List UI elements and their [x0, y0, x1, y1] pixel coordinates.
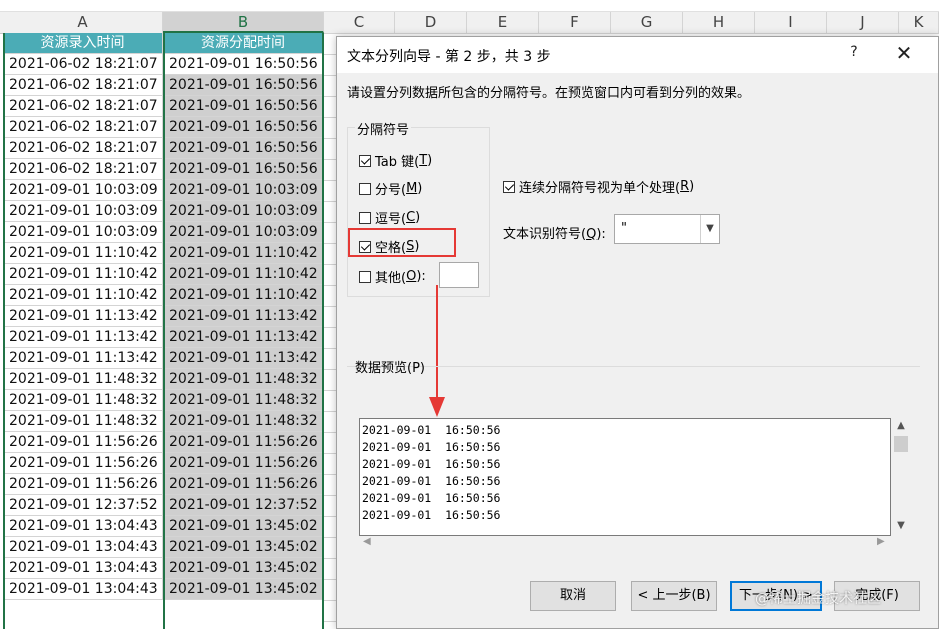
delimiter-comma-checkbox[interactable]: 逗号(C) — [359, 208, 420, 227]
delimiter-key: C — [406, 210, 416, 225]
preview-line: 2021-09-01 16:50:56 — [362, 440, 501, 454]
consecutive-tail: ) — [689, 179, 695, 194]
preview-vertical-scrollbar[interactable]: ▲ ▼ — [892, 418, 910, 536]
delimiter-space-checkbox[interactable]: 空格(S) — [359, 237, 419, 256]
next-button[interactable]: 下一步(N) > — [730, 581, 822, 611]
delimiter-tail: ) — [427, 153, 433, 168]
scroll-up-icon[interactable]: ▲ — [892, 420, 910, 431]
delimiter-tab-checkbox[interactable]: Tab 键(T) — [359, 151, 432, 170]
column-header-k[interactable]: K — [899, 12, 939, 33]
qualifier-key: Q — [586, 227, 597, 242]
instruction-text: 请设置分列数据所包含的分隔符号。在预览窗口内可看到分列的效果。 — [347, 86, 751, 101]
checkbox-box — [359, 182, 371, 195]
dialog-title: 文本分列向导 - 第 2 步，共 3 步 — [347, 49, 551, 65]
cancel-button[interactable]: 取消 — [530, 581, 616, 611]
preview-line: 2021-09-01 16:50:56 — [362, 508, 501, 522]
checkbox-box — [359, 270, 371, 283]
column-b-selection — [163, 33, 324, 629]
preview-line: 2021-09-01 16:50:56 — [362, 491, 501, 505]
scroll-thumb[interactable] — [894, 436, 908, 452]
column-header-row: A B C D E F G H I J K — [0, 11, 939, 34]
checkbox-box — [359, 154, 371, 167]
checkbox-box — [359, 240, 371, 253]
column-a-border — [3, 33, 163, 629]
delimiter-label: 逗号( — [375, 212, 407, 227]
text-qualifier-label: 文本识别符号(Q): — [503, 223, 606, 242]
column-header-d[interactable]: D — [395, 12, 467, 33]
column-header-b[interactable]: B — [163, 12, 324, 33]
chevron-down-icon[interactable]: ▼ — [700, 215, 719, 243]
preview-label: 数据预览(P) — [355, 361, 425, 376]
delimiter-label: Tab 键( — [375, 155, 420, 170]
delimiter-group-label: 分隔符号 — [355, 119, 412, 138]
data-preview-box[interactable]: 2021-09-01 16:50:56 2021-09-01 16:50:56 20… — [359, 418, 891, 536]
qualifier-label-text: 文本识别符号( — [503, 227, 587, 242]
help-button[interactable]: ? — [844, 44, 864, 60]
delimiter-tail: ) — [417, 181, 423, 196]
checkbox-box — [359, 211, 371, 224]
column-header-f[interactable]: F — [539, 12, 611, 33]
text-qualifier-select[interactable]: " ▼ — [614, 214, 720, 244]
delimiter-key: O — [406, 269, 417, 284]
consecutive-label: 连续分隔符号视为单个处理( — [519, 181, 681, 196]
preview-horizontal-scrollbar[interactable]: ◀ ▶ — [359, 536, 891, 552]
delimiter-label: 空格( — [375, 241, 407, 256]
column-header-a[interactable]: A — [3, 12, 163, 33]
checkbox-box — [503, 180, 515, 193]
column-header-c[interactable]: C — [324, 12, 395, 33]
close-icon[interactable]: ✕ — [892, 41, 916, 65]
delimiter-label: 其他( — [375, 271, 407, 286]
delimiter-key: T — [419, 153, 428, 168]
delimiter-tail: ) — [415, 210, 421, 225]
column-header-i[interactable]: I — [755, 12, 827, 33]
delimiter-tail: ) — [414, 239, 420, 254]
preview-line: 2021-09-01 16:50:56 — [362, 457, 501, 471]
preview-line: 2021-09-01 16:50:56 — [362, 423, 501, 437]
delimiter-label: 分号( — [375, 183, 407, 198]
dialog-titlebar: 文本分列向导 - 第 2 步，共 3 步 ? ✕ — [337, 37, 938, 73]
delimiter-key: M — [406, 181, 418, 196]
column-header-e[interactable]: E — [467, 12, 539, 33]
column-header-j[interactable]: J — [827, 12, 899, 33]
scroll-down-icon[interactable]: ▼ — [892, 520, 910, 531]
qualifier-tail: ): — [596, 227, 606, 242]
delimiter-tail: ): — [416, 269, 426, 284]
preview-line: 2021-09-01 16:50:56 — [362, 474, 501, 488]
consecutive-key: R — [680, 179, 690, 194]
scroll-left-icon[interactable]: ◀ — [363, 536, 371, 547]
text-to-columns-dialog: 文本分列向导 - 第 2 步，共 3 步 ? ✕ 请设置分列数据所包含的分隔符号… — [336, 36, 939, 629]
column-header-g[interactable]: G — [611, 12, 683, 33]
qualifier-value: " — [621, 221, 627, 236]
column-header-h[interactable]: H — [683, 12, 755, 33]
consecutive-delimiters-checkbox[interactable]: 连续分隔符号视为单个处理(R) — [503, 177, 694, 196]
delimiter-semicolon-checkbox[interactable]: 分号(M) — [359, 179, 422, 198]
finish-button[interactable]: 完成(F) — [834, 581, 920, 611]
delimiter-other-checkbox[interactable]: 其他(O): — [359, 267, 426, 286]
back-button[interactable]: < 上一步(B) — [631, 581, 717, 611]
scroll-right-icon[interactable]: ▶ — [877, 536, 885, 547]
delimiter-key: S — [406, 239, 415, 254]
